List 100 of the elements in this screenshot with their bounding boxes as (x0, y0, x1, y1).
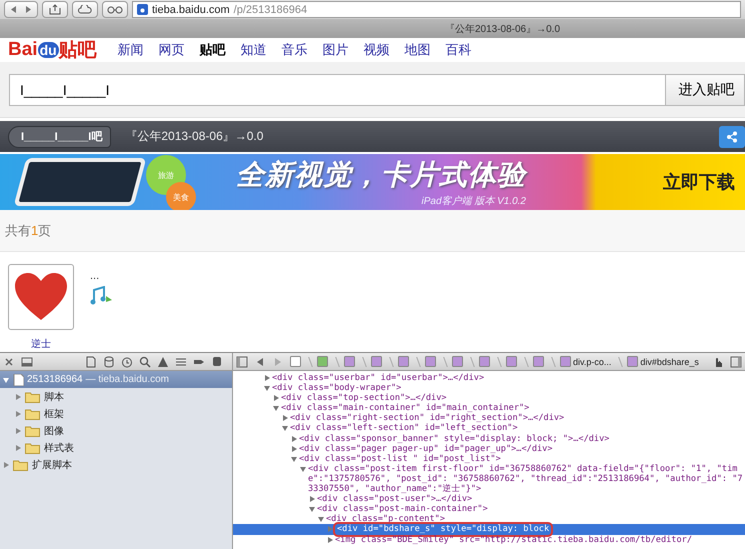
nav-link[interactable]: 视频 (364, 41, 390, 59)
site-logo[interactable]: Bai du贴吧 (8, 37, 97, 63)
download-link[interactable]: 立即下载 (663, 170, 745, 194)
dom-line[interactable]: <div class="right-section" id="right_section">…</div> (233, 413, 745, 424)
list-icon[interactable] (175, 356, 187, 368)
resource-label: 脚本 (44, 390, 64, 404)
resource-tree-item[interactable]: 样式表 (0, 439, 232, 456)
enter-forum-button[interactable]: 进入贴吧 (665, 74, 745, 106)
nav-link[interactable]: 地图 (404, 41, 431, 59)
author-name[interactable]: 逆士 (31, 337, 51, 351)
clock-icon[interactable] (121, 356, 133, 368)
dom-line[interactable]: <img class="BDE_Smiley" src="http://static.tieba.baidu.com/tb/editor/ (233, 534, 745, 545)
dom-line[interactable]: <div class="post-list " id="post_list"> (233, 454, 745, 464)
nav-link[interactable]: 图片 (322, 41, 349, 59)
expanded-triangle-icon[interactable] (272, 404, 280, 412)
resource-tree-item[interactable]: 脚本 (0, 388, 232, 405)
resource-label: 2513186964 (27, 374, 83, 385)
collapsed-triangle-icon[interactable] (2, 460, 10, 468)
dom-line[interactable]: <div class="p-content"> (233, 514, 745, 524)
post-text: ... (90, 270, 100, 282)
bubble-label: 美食 (166, 182, 196, 210)
dom-line[interactable]: <div class="post-user">…</div> (233, 494, 745, 504)
element-icon (344, 356, 355, 367)
breadcrumb[interactable] (533, 354, 544, 369)
collapsed-triangle-icon[interactable] (308, 495, 316, 504)
element-icon (479, 356, 490, 367)
element-icon (533, 356, 544, 367)
nav-link[interactable]: 新闻 (118, 41, 144, 59)
breadcrumb[interactable] (425, 354, 436, 369)
nav-link[interactable]: 贴吧 (200, 41, 226, 59)
nav-link[interactable]: 音乐 (282, 41, 308, 59)
back-button[interactable]: I_____I_____I吧 (8, 126, 112, 148)
resource-label: 扩展脚本 (32, 458, 72, 472)
back-forward-arrows-icon (10, 5, 32, 14)
search-field[interactable]: I_____I_____I (9, 74, 666, 106)
element-icon (398, 356, 409, 367)
warning-icon[interactable] (157, 356, 169, 368)
dom-line[interactable]: <div class="body-wraper"> (233, 383, 745, 394)
resource-host: — tieba.baidu.com (86, 374, 170, 385)
element-icon (290, 356, 301, 367)
share-button[interactable] (719, 126, 745, 148)
document-icon[interactable] (85, 356, 97, 368)
breadcrumb[interactable] (290, 354, 301, 369)
share-icon (726, 130, 738, 142)
console-icon[interactable] (211, 356, 223, 368)
dom-line[interactable]: <div class="pager pager-up" id="pager_up">…</div> (233, 444, 745, 454)
document-icon (13, 374, 24, 386)
element-icon (560, 356, 571, 367)
resource-tree-item[interactable]: 图像 (0, 422, 232, 439)
page-count: 共有1页 (5, 222, 52, 240)
dom-line[interactable]: <div class="post-main-container"> (233, 504, 745, 514)
collapsed-triangle-icon[interactable] (281, 414, 289, 422)
dom-line[interactable]: <div class="sponsor_banner" style="display: block; ">…</div> (233, 434, 745, 444)
heart-icon (13, 272, 69, 322)
breadcrumb[interactable] (344, 354, 355, 369)
site-icon (137, 4, 148, 15)
dom-line[interactable]: <div class="userbar" id="userbar">…</div> (233, 373, 745, 384)
expanded-triangle-icon[interactable] (281, 424, 289, 432)
close-icon[interactable] (3, 356, 15, 368)
nav-link[interactable]: 知道 (240, 41, 267, 59)
dom-line[interactable]: <div class="top-section">…</div> (233, 393, 745, 404)
collapsed-triangle-icon[interactable] (272, 394, 280, 402)
collapsed-triangle-icon[interactable] (14, 426, 22, 434)
cloud-button[interactable] (72, 1, 98, 18)
panel-icon[interactable] (730, 356, 742, 368)
breadcrumb[interactable] (317, 354, 328, 369)
expanded-triangle-icon[interactable] (263, 384, 271, 392)
dom-line[interactable]: <div class="post-item first-floor" id="36758860762" data-field="{"floor": "1", "time":"1375780576", "post_id": "36758860762", "thread_id":"2513186964", "author_id": "733307550", "author_name":"逆士"}"> (233, 464, 745, 494)
collapsed-triangle-icon[interactable] (14, 410, 22, 418)
expanded-triangle-icon[interactable] (2, 376, 10, 384)
resource-label: 框架 (44, 408, 64, 420)
folder-icon (25, 442, 41, 454)
panel-icon[interactable] (236, 356, 248, 368)
dom-line[interactable]: <div class="main-container" id="main_container"> (233, 403, 745, 414)
back-forward-button[interactable] (4, 1, 38, 18)
database-icon[interactable] (103, 356, 115, 368)
search-icon[interactable] (139, 356, 151, 368)
reader-button[interactable] (102, 1, 128, 18)
avatar[interactable] (8, 264, 74, 330)
breadcrumb[interactable] (371, 354, 382, 369)
breadcrumb[interactable] (479, 354, 490, 369)
breadcrumb[interactable]: div#bdshare_s (627, 354, 699, 369)
breadcrumb[interactable]: div.p-co... (560, 354, 612, 369)
collapsed-triangle-icon[interactable] (14, 392, 22, 400)
dock-icon[interactable] (21, 356, 33, 368)
app-banner[interactable]: 旅游 美食 全新视觉，卡片式体验 iPad客户端 版本 V1.0.2 立即下载 (0, 154, 745, 210)
address-field[interactable]: tieba.baidu.com /p/2513186964 (132, 1, 741, 18)
dom-line[interactable]: <div class="left-section" id="left_section"> (233, 423, 745, 434)
element-icon (452, 356, 463, 367)
banner-subline: iPad客户端 版本 V1.0.2 (422, 194, 526, 208)
breadcrumb[interactable] (398, 354, 409, 369)
breadcrumb[interactable] (452, 354, 463, 369)
collapsed-triangle-icon[interactable] (14, 444, 22, 452)
breadcrumb[interactable] (506, 354, 517, 369)
resource-tree-item[interactable]: 扩展脚本 (0, 456, 232, 473)
collapsed-triangle-icon[interactable] (263, 374, 271, 382)
resource-tree-item[interactable]: 框架 (0, 405, 232, 422)
nav-link[interactable]: 百科 (446, 41, 472, 59)
nav-link[interactable]: 网页 (158, 41, 185, 59)
share-button[interactable] (42, 1, 68, 18)
